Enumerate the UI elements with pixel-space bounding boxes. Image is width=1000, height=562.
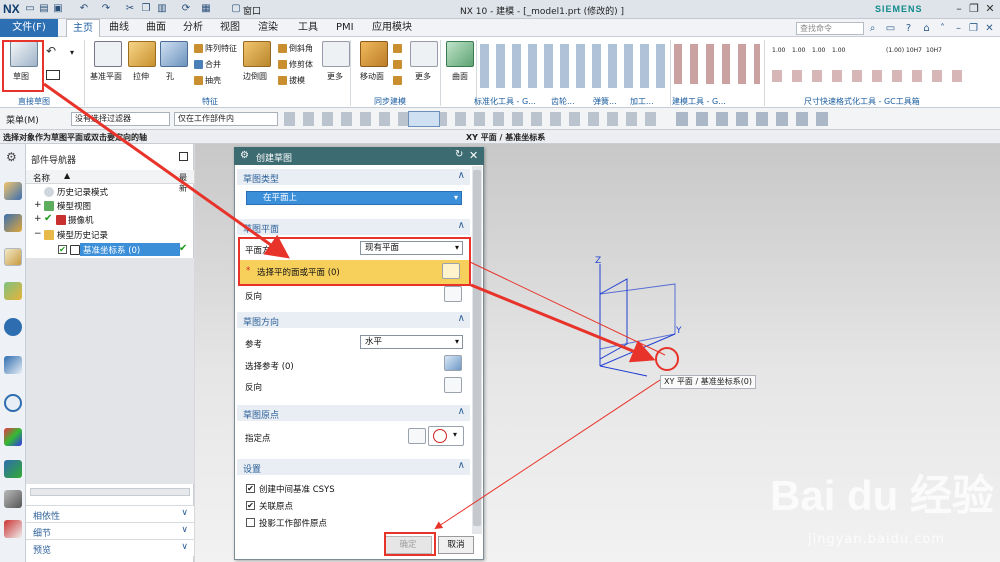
thin-line-to-csys (469, 261, 666, 356)
annotation-arrows (43, 82, 666, 530)
arrow-to-csys (470, 283, 656, 363)
arrow-to-ok (434, 379, 661, 530)
arrow-to-plane (43, 82, 290, 259)
